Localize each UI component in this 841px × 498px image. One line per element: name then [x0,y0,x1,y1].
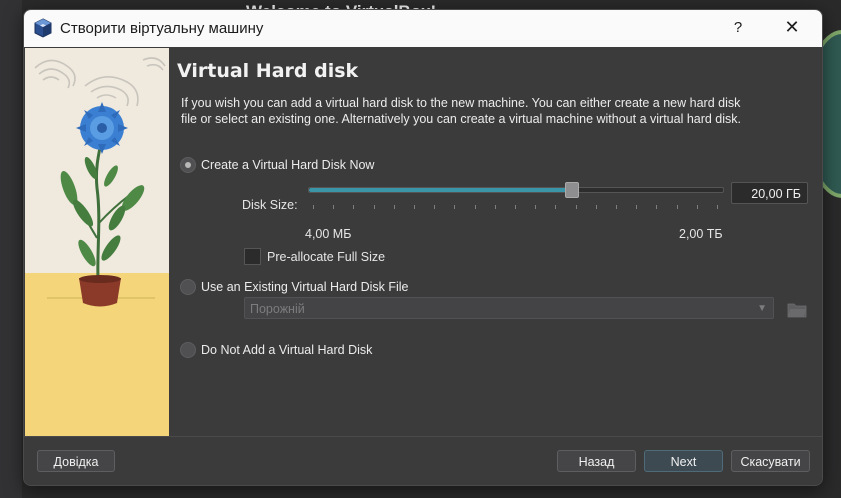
disk-size-label: Disk Size: [242,198,298,212]
disk-size-min-label: 4,00 МБ [305,227,352,241]
slider-tick [595,205,597,209]
slider-tick [494,205,496,209]
wizard-illustration [25,48,169,436]
disk-size-slider-fill [309,188,572,192]
preallocate-label[interactable]: Pre-allocate Full Size [267,250,385,264]
slider-tick [676,205,678,209]
disk-size-slider[interactable] [308,187,724,193]
dialog-title: Створити віртуальну машину [60,20,264,37]
plant-illustration [25,48,169,436]
slider-tick [535,205,537,209]
slider-tick [353,205,355,209]
cancel-button[interactable]: Скасувати [731,450,810,472]
close-icon[interactable]: ✕ [780,16,804,40]
create-vm-dialog: Створити віртуальну машину ? ✕ Virtual H… [23,9,823,486]
help-icon[interactable]: ? [726,16,750,40]
title-bar: Створити віртуальну машину ? ✕ [24,10,822,47]
background-desktop-strip [0,0,22,498]
back-button[interactable]: Назад [557,450,636,472]
use-existing-label[interactable]: Use an Existing Virtual Hard Disk File [201,280,408,294]
slider-tick [333,205,335,209]
help-button[interactable]: Довідка [37,450,115,472]
use-existing-radio[interactable] [180,279,196,295]
slider-tick [454,205,456,209]
folder-open-icon[interactable] [787,300,807,318]
existing-disk-select-value: Порожній [250,302,305,316]
slider-tick [474,205,476,209]
slider-tick [393,205,395,209]
existing-disk-select[interactable]: Порожній ▼ [244,297,774,319]
chevron-down-icon: ▼ [757,303,767,314]
page-heading: Virtual Hard disk [177,60,359,82]
slider-ticks [313,205,718,211]
slider-tick [717,205,718,209]
no-disk-radio[interactable] [180,342,196,358]
wizard-content: Virtual Hard disk If you wish you can ad… [170,48,822,436]
page-description: If you wish you can add a virtual hard d… [181,96,742,126]
slider-tick [555,205,557,209]
no-disk-label[interactable]: Do Not Add a Virtual Hard Disk [201,343,372,357]
next-button[interactable]: Next [644,450,723,472]
slider-tick [616,205,617,209]
slider-tick [373,205,375,209]
slider-tick [696,205,698,209]
slider-tick [313,205,314,209]
slider-tick [434,205,436,209]
disk-size-slider-handle[interactable] [564,182,579,198]
slider-tick [636,205,638,209]
slider-tick [414,205,415,209]
create-disk-label[interactable]: Create a Virtual Hard Disk Now [201,158,374,172]
slider-tick [575,205,577,209]
create-disk-radio[interactable] [180,157,196,173]
preallocate-checkbox[interactable] [244,248,261,265]
dialog-footer: Довідка Назад Next Скасувати [24,436,822,485]
slider-tick [656,205,658,209]
slider-tick [515,205,516,209]
disk-size-max-label: 2,00 ТБ [679,227,723,241]
disk-size-input[interactable]: 20,00 ГБ [731,182,808,204]
virtualbox-cube-icon [34,18,52,38]
